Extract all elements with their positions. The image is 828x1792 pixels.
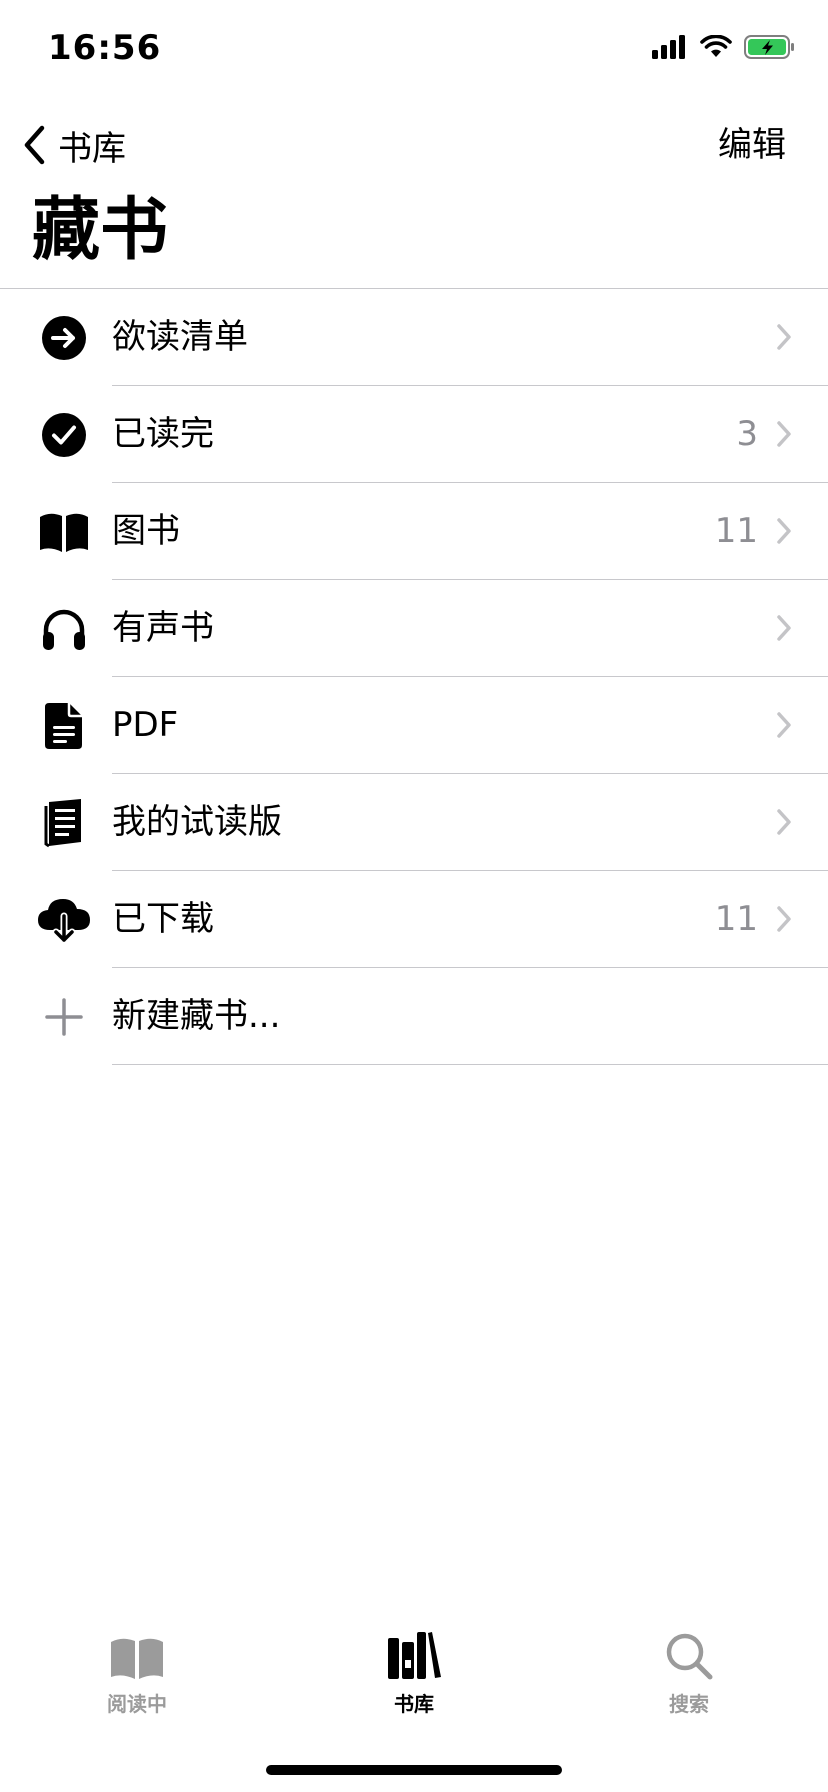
tab-reading-now[interactable]: 阅读中 (37, 1620, 237, 1730)
tab-label: 阅读中 (107, 1692, 167, 1716)
library-books-icon (388, 1632, 441, 1679)
new-collection-button[interactable]: 新建藏书... (0, 968, 828, 1065)
status-icons (652, 34, 796, 60)
back-button[interactable]: 书库 (22, 110, 126, 180)
page-title: 藏书 (32, 191, 169, 270)
tab-search[interactable]: 搜索 (589, 1620, 789, 1730)
chevron-left-icon (24, 125, 45, 165)
list-item-label: 已下载 (112, 899, 214, 939)
list-item-pdf[interactable]: PDF (0, 677, 828, 774)
arrow-circle-icon (36, 313, 92, 363)
plus-icon (36, 992, 92, 1042)
list-item-books[interactable]: 图书 11 (0, 483, 828, 580)
navigation-bar: 书库 编辑 (0, 110, 828, 180)
checkmark-circle-icon (36, 410, 92, 460)
chevron-right-icon (777, 518, 791, 544)
headphones-icon (36, 604, 92, 654)
status-time: 16:56 (48, 28, 162, 68)
list-item-label: 我的试读版 (112, 802, 282, 842)
chevron-right-icon (777, 712, 791, 738)
tab-bar: 阅读中 书库 搜索 (0, 1620, 828, 1730)
collections-list: 欲读清单 已读完 3 图书 11 有声书 PDF 我的试读版 已下载 11 新建… (0, 289, 828, 1065)
battery-charging-icon (744, 35, 794, 59)
chevron-right-icon (777, 809, 791, 835)
back-label: 书库 (58, 128, 126, 169)
status-bar: 16:56 (0, 0, 828, 100)
list-item-label: 欲读清单 (112, 317, 248, 357)
chevron-right-icon (777, 615, 791, 641)
chevron-right-icon (777, 906, 791, 932)
list-item-my-samples[interactable]: 我的试读版 (0, 774, 828, 871)
open-book-icon (36, 507, 92, 557)
list-item-label: 图书 (112, 511, 180, 551)
chevron-right-icon (777, 324, 791, 350)
list-item-label: 新建藏书... (112, 996, 281, 1036)
tab-label: 书库 (394, 1692, 434, 1716)
list-item-audiobooks[interactable]: 有声书 (0, 580, 828, 677)
wifi-icon (700, 35, 732, 57)
sample-book-icon (36, 798, 92, 848)
list-item-label: 已读完 (112, 414, 214, 454)
document-icon (36, 701, 92, 751)
chevron-right-icon (777, 421, 791, 447)
open-book-icon (111, 1638, 163, 1679)
cloud-download-icon (36, 895, 92, 945)
tab-library[interactable]: 书库 (314, 1620, 514, 1730)
list-item-count: 11 (714, 899, 758, 939)
list-item-finished[interactable]: 已读完 3 (0, 386, 828, 483)
list-item-label: PDF (112, 705, 179, 745)
edit-button[interactable]: 编辑 (718, 110, 786, 180)
cellular-signal-icon (652, 35, 685, 59)
home-indicator[interactable] (266, 1765, 562, 1775)
list-item-downloaded[interactable]: 已下载 11 (0, 871, 828, 968)
search-icon (666, 1633, 713, 1680)
list-item-want-to-read[interactable]: 欲读清单 (0, 289, 828, 386)
list-item-count: 11 (714, 511, 758, 551)
list-item-label: 有声书 (112, 608, 214, 648)
row-separator (112, 1064, 828, 1065)
list-item-count: 3 (736, 414, 758, 454)
tab-label: 搜索 (669, 1692, 709, 1716)
